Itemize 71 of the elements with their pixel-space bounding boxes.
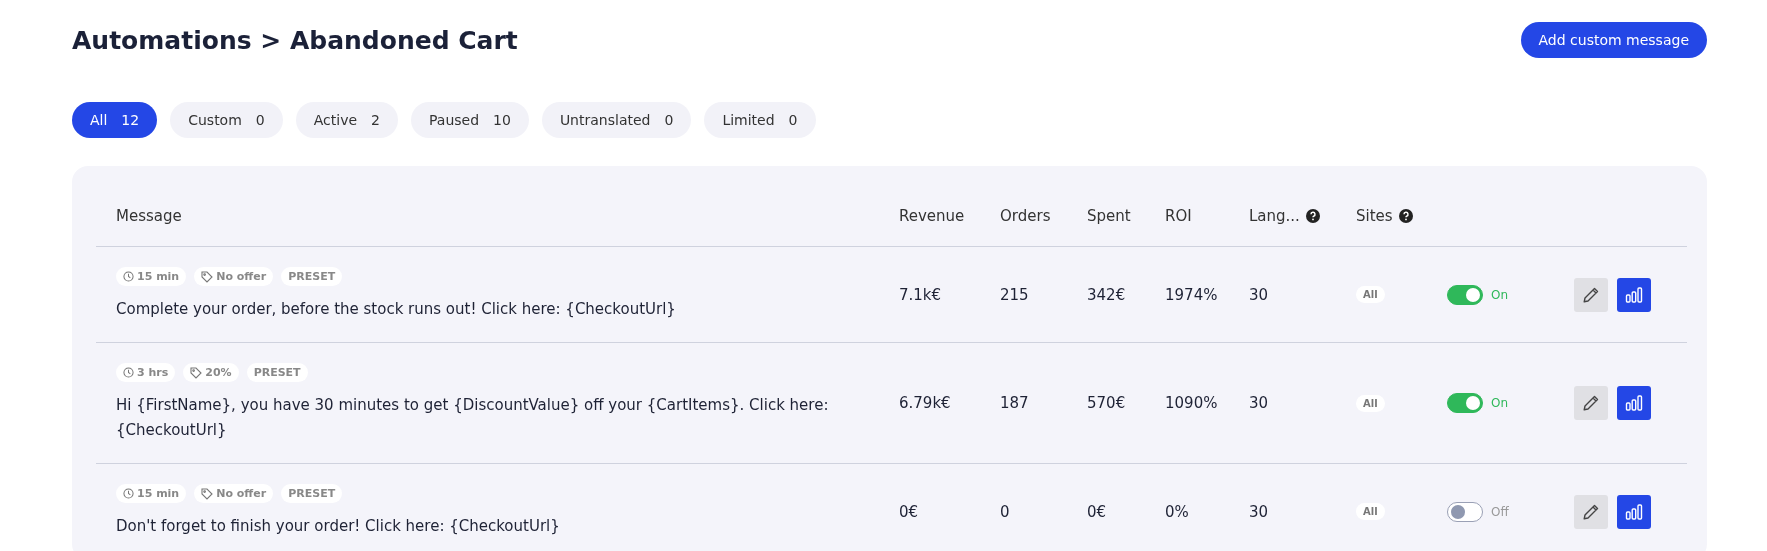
pencil-icon [1582, 285, 1600, 304]
table-cell-text: 0% [1165, 502, 1190, 521]
filter-tab[interactable]: Untranslated 0 [541, 102, 692, 138]
column-header: Sites [1356, 207, 1393, 225]
tag-icon [201, 487, 214, 500]
column-header: Spent [1087, 207, 1131, 225]
table-cell-text: 0€ [1087, 502, 1108, 521]
tag-icon [201, 270, 214, 283]
edit-button[interactable] [1574, 386, 1608, 420]
stats-button[interactable] [1617, 277, 1651, 312]
message-text: Hi {FirstName}, you have 30 minutes to get {DiscountValue} off your {CartItems}. Click here: {CheckoutUrl} [116, 395, 830, 441]
preset-chip: PRESET [281, 484, 343, 503]
clock-icon [123, 271, 134, 282]
tag-icon [190, 366, 203, 379]
toggle-switch[interactable] [1447, 393, 1483, 413]
table-cell-text: 215 [1000, 285, 1030, 304]
bar-chart-icon [1625, 503, 1643, 520]
offer-chip: No offer [194, 267, 274, 286]
column-header: Revenue [899, 207, 965, 225]
column-header: ROI [1165, 207, 1192, 225]
edit-button[interactable] [1574, 494, 1608, 529]
delay-chip: 15 min [116, 267, 187, 286]
filter-tab[interactable]: Limited 0 [704, 102, 816, 138]
toggle-switch[interactable] [1447, 284, 1483, 305]
sites-badge: All [1356, 394, 1385, 412]
column-header: Message [116, 207, 182, 225]
filter-tab[interactable]: Active 2 [295, 102, 398, 138]
table-cell-text: 570€ [1087, 394, 1127, 412]
message-text: Complete your order, before the stock runs out! Click here: {CheckoutUrl} [116, 299, 677, 320]
message-text: Don't forget to finish your order! Click here: {CheckoutUrl} [116, 516, 561, 537]
column-header: Orders [1000, 207, 1051, 225]
table-cell-text: 30 [1249, 285, 1270, 304]
clock-icon [123, 488, 134, 499]
status-label: On [1491, 396, 1509, 410]
help-icon[interactable] [1398, 209, 1413, 223]
table-cell-text: 6.79k€ [899, 394, 952, 412]
status-label: Off [1491, 504, 1509, 519]
table-cell-text: 187 [1000, 394, 1030, 412]
stats-button[interactable] [1617, 494, 1651, 529]
column-header: Lang... [1249, 207, 1300, 225]
sites-badge: All [1356, 503, 1385, 520]
table-cell-text: 7.1k€ [899, 285, 943, 304]
help-icon[interactable] [1305, 209, 1320, 223]
table-cell-text: 1090% [1165, 394, 1219, 412]
clock-icon [123, 367, 134, 378]
bar-chart-icon [1625, 286, 1643, 303]
add-message-button[interactable]: Add custom message [1520, 22, 1707, 58]
delay-chip: 3 hrs [116, 363, 176, 382]
table-cell-text: 342€ [1087, 285, 1127, 304]
sites-badge: All [1356, 286, 1385, 303]
filter-tab[interactable]: Custom 0 [170, 102, 283, 138]
filter-tab[interactable]: All 12 [72, 102, 158, 138]
table-cell-text: 1974% [1165, 285, 1219, 304]
status-label: On [1491, 287, 1509, 302]
offer-chip: No offer [194, 484, 274, 503]
table-cell-text: 0€ [899, 502, 920, 521]
table-cell-text: 30 [1249, 502, 1270, 521]
delay-chip: 15 min [116, 484, 187, 503]
pencil-icon [1582, 394, 1600, 412]
table-cell-text: 30 [1249, 394, 1270, 412]
bar-chart-icon [1625, 395, 1643, 411]
preset-chip: PRESET [246, 363, 308, 382]
table-cell-text: 0 [1000, 502, 1011, 521]
page-title: Automations > Abandoned Cart [72, 25, 518, 55]
stats-button[interactable] [1617, 386, 1651, 420]
toggle-switch[interactable] [1447, 501, 1483, 522]
preset-chip: PRESET [281, 267, 343, 286]
filter-tab[interactable]: Paused 10 [411, 102, 529, 138]
offer-chip: 20% [183, 363, 239, 382]
edit-button[interactable] [1574, 277, 1608, 312]
pencil-icon [1582, 502, 1600, 521]
